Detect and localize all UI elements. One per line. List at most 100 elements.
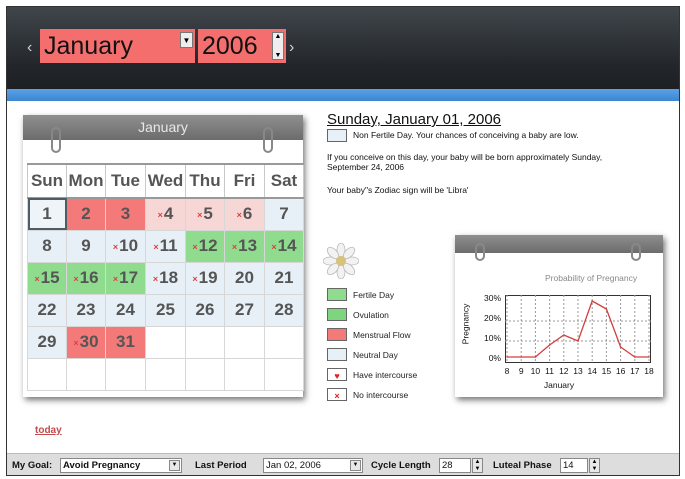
selected-date-heading: Sunday, January 01, 2006 xyxy=(327,111,502,128)
calendar-day-16[interactable]: ×16 xyxy=(66,261,106,295)
last-period-select[interactable]: Jan 02, 2006 ▼ xyxy=(263,458,363,473)
day-number: 11 xyxy=(159,236,178,255)
last-period-label: Last Period xyxy=(195,460,247,471)
calendar-empty-cell xyxy=(185,325,225,359)
legend-no-intercourse-label: No intercourse xyxy=(353,390,409,400)
chevron-down-icon[interactable]: ▼ xyxy=(180,32,193,48)
calendar-day-20[interactable]: 20 xyxy=(224,261,265,295)
day-number: 21 xyxy=(274,268,294,287)
x-tick-label: 17 xyxy=(630,366,640,376)
calendar-day-17[interactable]: ×17 xyxy=(105,261,146,295)
calendar-day-27[interactable]: 27 xyxy=(224,293,265,327)
y-tick-label: 0% xyxy=(488,353,501,363)
today-link[interactable]: today xyxy=(35,425,62,436)
day-number: 2 xyxy=(81,204,91,224)
day-number: 3 xyxy=(120,204,131,224)
luteal-phase-stepper[interactable]: 14 xyxy=(560,458,588,473)
calendar-day-2[interactable]: 2 xyxy=(66,197,106,231)
weekday-header: Thu xyxy=(185,163,225,199)
calendar-day-3[interactable]: 3 xyxy=(105,197,146,231)
x-tick-label: 10 xyxy=(530,366,541,376)
legend-menstrual-label: Menstrual Flow xyxy=(353,330,411,340)
weekday-header: Sat xyxy=(264,163,304,199)
calendar-day-23[interactable]: 23 xyxy=(66,293,106,327)
calendar-day-18[interactable]: ×18 xyxy=(145,261,186,295)
calendar-day-13[interactable]: ×13 xyxy=(224,229,265,263)
calendar-card: January Sun Mon Tue Wed Thu Fri Sat 1 2 3 ×4 ×5 ×6 7… xyxy=(23,115,304,397)
calendar-empty-cell xyxy=(264,357,304,391)
calendar-day-14[interactable]: ×14 xyxy=(264,229,304,263)
probability-chart xyxy=(505,295,651,363)
weekday-header: Tue xyxy=(105,163,146,199)
no-intercourse-icon: × xyxy=(192,273,198,284)
luteal-phase-value: 14 xyxy=(563,460,574,471)
cycle-length-stepper[interactable]: 28 xyxy=(439,458,471,473)
next-month-button[interactable]: › xyxy=(289,39,294,57)
chart-point xyxy=(548,344,551,346)
day-number: 23 xyxy=(76,300,96,319)
calendar-day-29[interactable]: 29 xyxy=(27,325,67,359)
day-number: 20 xyxy=(235,268,254,287)
day-number: 4 xyxy=(163,204,174,224)
heart-icon: ♥ xyxy=(334,371,340,381)
calendar-day-6[interactable]: ×6 xyxy=(224,197,265,231)
goal-select[interactable]: Avoid Pregnancy ▼ xyxy=(60,458,182,473)
goal-label: My Goal: xyxy=(12,460,53,471)
no-intercourse-icon: × xyxy=(112,273,119,284)
calendar-month-title: January xyxy=(138,119,188,135)
chevron-down-icon[interactable]: ▼ xyxy=(350,460,361,471)
calendar-day-1[interactable]: 1 xyxy=(27,197,67,231)
calendar-day-9[interactable]: 9 xyxy=(66,229,106,263)
chevron-down-icon[interactable]: ▼ xyxy=(169,460,180,471)
x-tick-label: 13 xyxy=(573,366,583,376)
calendar-day-22[interactable]: 22 xyxy=(27,293,67,327)
luteal-phase-spin-buttons[interactable]: ▲ ▼ xyxy=(589,458,600,473)
day-number: 29 xyxy=(37,332,57,351)
chart-point xyxy=(563,334,565,336)
x-tick-label: 18 xyxy=(644,366,654,376)
calendar-day-31[interactable]: 31 xyxy=(105,325,146,359)
calendar-day-19[interactable]: ×19 xyxy=(185,261,225,295)
no-intercourse-icon: × xyxy=(197,209,203,220)
day-number: 6 xyxy=(242,204,253,224)
calendar-day-10[interactable]: ×10 xyxy=(105,229,146,263)
calendar-empty-cell xyxy=(224,325,265,359)
calendar-day-7[interactable]: 7 xyxy=(264,197,304,231)
calendar-day-15[interactable]: ×15 xyxy=(27,261,67,295)
day-number: 8 xyxy=(42,236,52,255)
prev-month-button[interactable]: ‹ xyxy=(27,39,32,57)
header-bar: ‹ January ▼ 2006 ▲ ▼ › xyxy=(7,7,679,89)
x-tick-label: 16 xyxy=(615,366,626,376)
chart-point xyxy=(520,356,522,358)
calendar-day-12[interactable]: ×12 xyxy=(185,229,225,263)
calendar-day-25[interactable]: 25 xyxy=(145,293,186,327)
calendar-empty-cell xyxy=(185,357,225,391)
calendar-day-28[interactable]: 28 xyxy=(264,293,304,327)
year-spin-buttons[interactable]: ▲ ▼ xyxy=(272,32,284,60)
weekday-header: Sun xyxy=(27,163,67,199)
calendar-day-30[interactable]: ×30 xyxy=(66,325,106,359)
calendar-day-5[interactable]: ×5 xyxy=(185,197,225,231)
calendar-day-11[interactable]: ×11 xyxy=(145,229,186,263)
year-stepper[interactable]: 2006 ▲ ▼ xyxy=(198,29,286,63)
month-select[interactable]: January ▼ xyxy=(40,29,195,63)
calendar-day-8[interactable]: 8 xyxy=(27,229,67,263)
calendar-day-21[interactable]: 21 xyxy=(264,261,304,295)
no-intercourse-icon: × xyxy=(152,273,159,284)
legend-intercourse-label: Have intercourse xyxy=(353,370,418,380)
cycle-length-spin-buttons[interactable]: ▲ ▼ xyxy=(472,458,483,473)
no-intercourse-icon: × xyxy=(112,241,119,252)
no-intercourse-icon: × xyxy=(73,273,79,284)
no-intercourse-icon: × xyxy=(192,241,198,252)
calendar-day-24[interactable]: 24 xyxy=(105,293,146,327)
no-intercourse-icon: × xyxy=(153,241,159,252)
no-intercourse-icon: × xyxy=(34,273,40,284)
binder-ring-icon xyxy=(631,243,641,261)
x-tick-label: 11 xyxy=(545,366,554,376)
calendar-day-26[interactable]: 26 xyxy=(185,293,225,327)
calendar-day-4[interactable]: ×4 xyxy=(145,197,186,231)
calendar-empty-cell xyxy=(145,325,186,359)
calendar-week-row: ×15 ×16 ×17 ×18 ×19 20 21 xyxy=(27,261,304,295)
birth-estimate-line1: If you conceive on this day, your baby w… xyxy=(327,152,603,162)
day-number: 17 xyxy=(119,268,139,287)
